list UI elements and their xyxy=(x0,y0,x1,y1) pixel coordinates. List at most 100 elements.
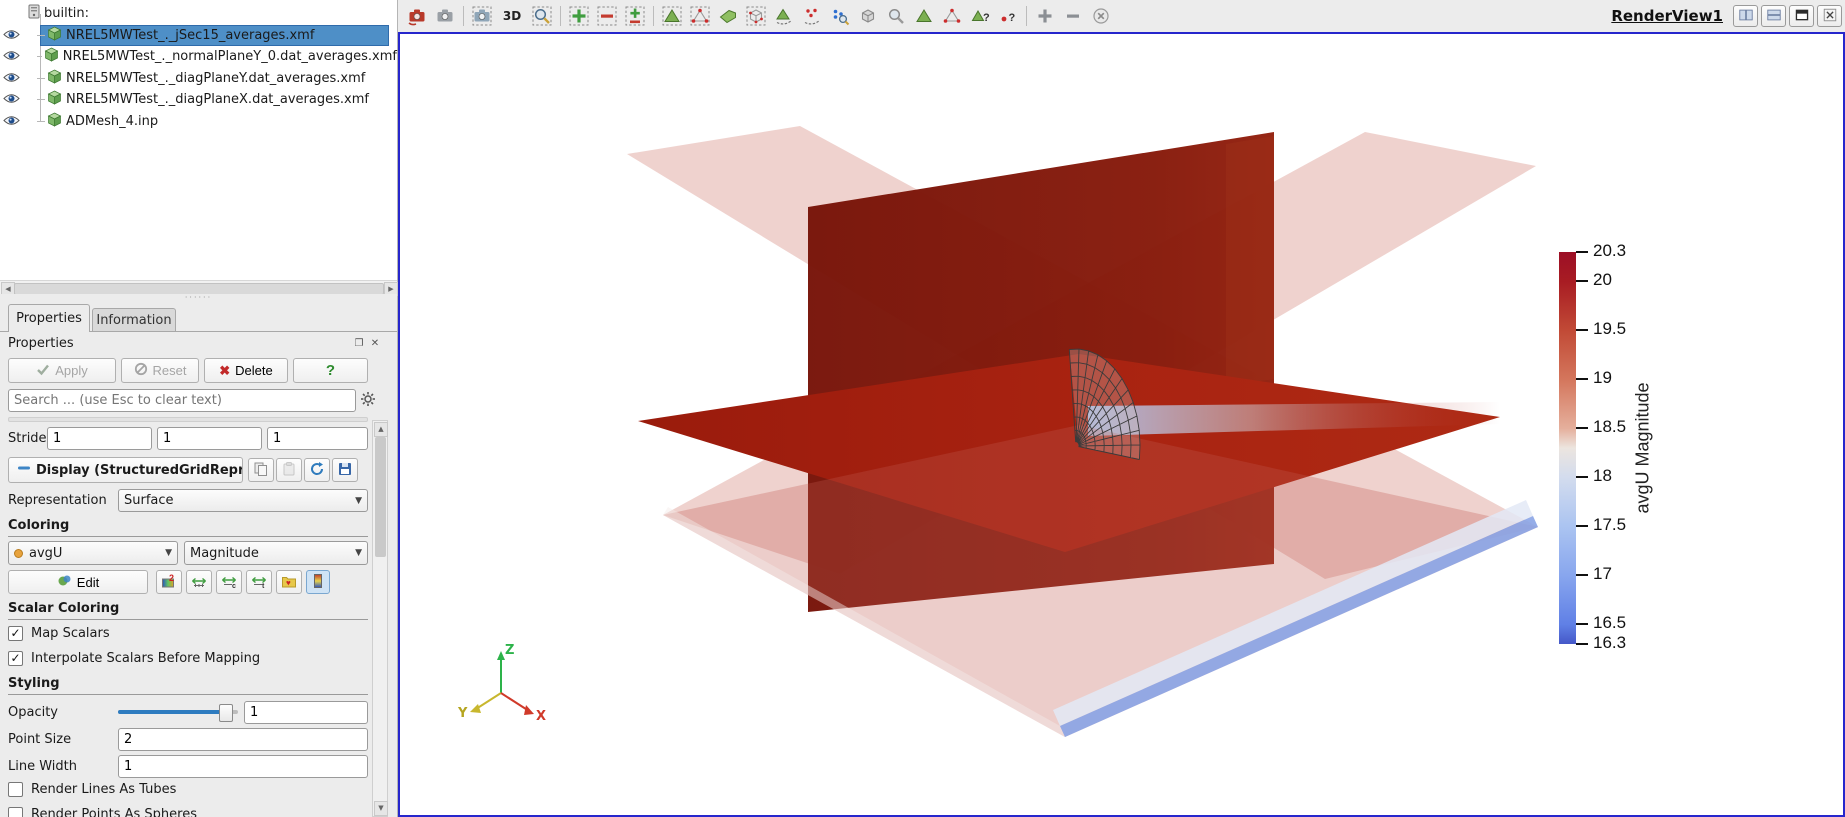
pipeline-item[interactable]: NREL5MWTest_._normalPlaneY_0.dat_average… xyxy=(0,46,397,67)
reload-display-button[interactable] xyxy=(304,458,330,482)
interactive-select-cells-data-button[interactable] xyxy=(911,3,937,29)
rescale-to-custom-range-button[interactable]: c xyxy=(216,570,242,594)
opacity-field[interactable] xyxy=(244,701,368,724)
rescale-over-time-button[interactable]: t xyxy=(246,570,272,594)
choose-preset-button[interactable]: ♥ xyxy=(276,570,302,594)
select-block-button[interactable] xyxy=(855,3,881,29)
legend-tick xyxy=(1576,427,1588,429)
representation-select[interactable]: Surface▼ xyxy=(118,489,368,512)
color-component-select[interactable]: Magnitude▼ xyxy=(184,541,368,565)
select-cells-on-button[interactable] xyxy=(659,3,685,29)
camera-frame-icon xyxy=(472,6,492,26)
clear-selection-button[interactable] xyxy=(1088,3,1114,29)
toggle-selection-button[interactable] xyxy=(622,3,648,29)
opacity-slider[interactable] xyxy=(118,701,238,723)
interpolate-scalars-row: ✓ Interpolate Scalars Before Mapping xyxy=(8,651,260,666)
float-panel-icon[interactable]: ❐ xyxy=(352,337,366,351)
paste-display-button[interactable] xyxy=(276,458,302,482)
copy-display-button[interactable] xyxy=(248,458,274,482)
scroll-up-icon[interactable]: ▲ xyxy=(374,422,388,437)
subtract-selection-button[interactable] xyxy=(594,3,620,29)
panel-splitter[interactable]: ······ xyxy=(0,294,397,304)
edit-color-map-button[interactable]: Edit xyxy=(8,570,148,594)
split-vertical-button[interactable] xyxy=(1761,5,1786,27)
map-scalars-checkbox[interactable]: ✓ xyxy=(8,626,23,641)
pipeline-item[interactable]: NREL5MWTest_._diagPlaneY.dat_averages.xm… xyxy=(0,68,397,89)
color-legend-bar[interactable] xyxy=(1559,252,1576,644)
apply-button[interactable]: Apply xyxy=(8,358,116,383)
help-button[interactable]: ? xyxy=(293,358,368,383)
tab-properties[interactable]: Properties xyxy=(8,304,90,332)
interpolate-scalars-checkbox[interactable]: ✓ xyxy=(8,651,23,666)
color-array-select[interactable]: avgU▼ xyxy=(8,541,178,565)
representation-label: Representation xyxy=(8,489,107,512)
visibility-eye-icon[interactable] xyxy=(0,114,20,130)
use-separate-color-map-button[interactable]: 2 xyxy=(156,570,182,594)
stride-z-field[interactable] xyxy=(267,427,368,450)
delete-button[interactable]: ✖ Delete xyxy=(204,358,288,383)
line-width-field[interactable] xyxy=(118,755,368,778)
visibility-eye-icon[interactable] xyxy=(0,28,20,44)
legend-tick xyxy=(1576,280,1588,282)
select-points-on-button[interactable] xyxy=(687,3,713,29)
pipeline-item[interactable]: ADMesh_4.inp xyxy=(0,111,397,132)
zoom-to-data-button[interactable] xyxy=(469,3,495,29)
stride-x-field[interactable] xyxy=(47,427,152,450)
rescale-to-data-range-button[interactable] xyxy=(186,570,212,594)
slider-handle[interactable] xyxy=(219,704,233,722)
minus-frame-icon xyxy=(597,6,617,26)
render-view[interactable]: Z Y X 20.32019.51918.51817.51716.516.3 a… xyxy=(398,32,1845,817)
search-input[interactable] xyxy=(8,389,356,412)
tree-stub xyxy=(37,99,45,100)
zoom-to-box-button[interactable] xyxy=(529,3,555,29)
close-panel-icon[interactable]: ✕ xyxy=(368,337,382,351)
save-display-button[interactable] xyxy=(332,458,358,482)
select-cells-polygon-button[interactable] xyxy=(771,3,797,29)
toolbar-separator xyxy=(463,6,464,26)
point-size-field[interactable] xyxy=(118,728,368,751)
scroll-down-icon[interactable]: ▼ xyxy=(374,801,388,816)
pipeline-item-label: NREL5MWTest_._jSec15_averages.xmf xyxy=(66,28,314,43)
orientation-axes-widget[interactable]: Z Y X xyxy=(457,643,546,724)
visibility-eye-icon[interactable] xyxy=(0,49,20,65)
reset-camera-closest-button[interactable] xyxy=(432,3,458,29)
stride-y-field[interactable] xyxy=(157,427,262,450)
grow-selection-button[interactable] xyxy=(1032,3,1058,29)
reset-button[interactable]: Reset xyxy=(121,358,199,383)
visibility-eye-icon[interactable] xyxy=(0,92,20,108)
select-cells-through-button[interactable] xyxy=(715,3,741,29)
shrink-selection-button[interactable] xyxy=(1060,3,1086,29)
scene-3d[interactable]: Z Y X xyxy=(400,34,1843,815)
pipeline-item[interactable]: NREL5MWTest_._jSec15_averages.xmf xyxy=(0,25,397,46)
maximize-view-button[interactable] xyxy=(1789,5,1814,27)
scroll-thumb[interactable] xyxy=(375,437,386,557)
reset-camera-button[interactable] xyxy=(404,3,430,29)
display-section-header[interactable]: Display (StructuredGridRepr xyxy=(8,457,243,483)
y-axis-label: Y xyxy=(457,706,468,721)
render-lines-as-tubes-checkbox[interactable] xyxy=(8,782,23,797)
point-array-icon xyxy=(14,549,23,558)
tab-information[interactable]: Information xyxy=(92,308,176,332)
tree-stub xyxy=(37,78,45,79)
interactive-select-points-button[interactable] xyxy=(827,3,853,29)
select-points-polygon-button[interactable] xyxy=(799,3,825,29)
properties-vscrollbar[interactable]: ▲ ▼ xyxy=(372,420,388,817)
close-view-button[interactable] xyxy=(1817,5,1842,27)
tree-stub xyxy=(37,56,42,57)
visibility-eye-icon[interactable] xyxy=(0,71,20,87)
pipeline-root-row[interactable]: builtin: xyxy=(0,3,397,24)
interactive-select-points-data-button[interactable] xyxy=(939,3,965,29)
point-size-label: Point Size xyxy=(8,728,71,751)
toggle-interaction-mode-button[interactable]: 3D xyxy=(497,3,527,29)
select-points-through-button[interactable] xyxy=(743,3,769,29)
toggle-color-legend-button[interactable] xyxy=(306,570,330,594)
pipeline-item[interactable]: NREL5MWTest_._diagPlaneX.dat_averages.xm… xyxy=(0,89,397,110)
search-options-gear-icon[interactable] xyxy=(359,391,377,409)
render-points-as-spheres-checkbox[interactable] xyxy=(8,807,23,817)
add-selection-button[interactable] xyxy=(566,3,592,29)
hover-query-button[interactable] xyxy=(883,3,909,29)
split-horizontal-button[interactable] xyxy=(1733,5,1758,27)
svg-text:t: t xyxy=(262,583,265,589)
hover-cells-tooltip-button[interactable]: ? xyxy=(967,3,993,29)
hover-points-tooltip-button[interactable]: ? xyxy=(995,3,1021,29)
